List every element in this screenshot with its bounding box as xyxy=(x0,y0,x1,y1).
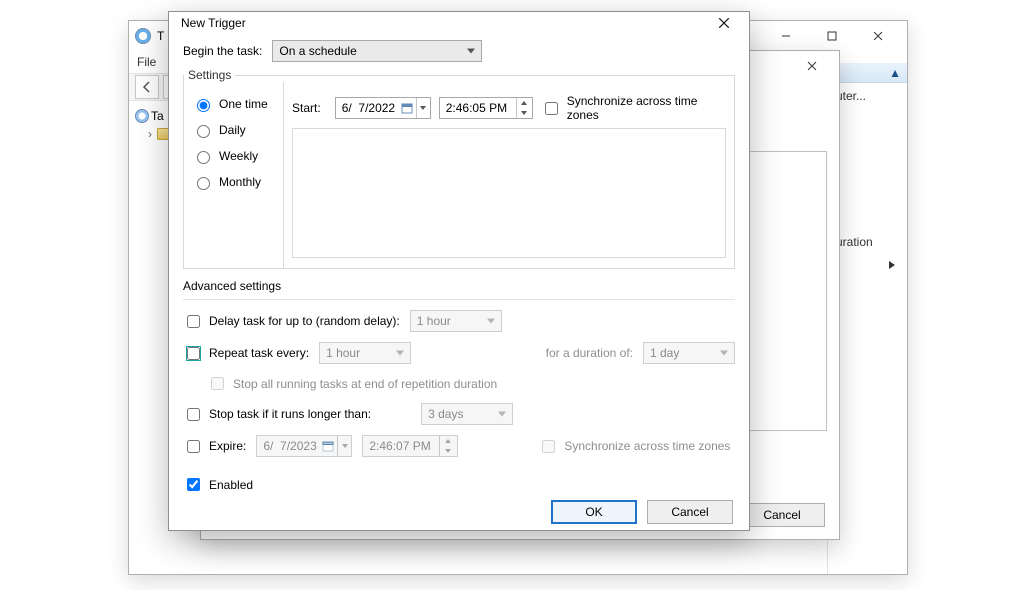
stop-all-check: Stop all running tasks at end of repetit… xyxy=(207,374,497,393)
expire-check[interactable]: Expire: xyxy=(183,437,246,456)
start-label: Start: xyxy=(292,101,327,115)
start-time-input[interactable] xyxy=(439,97,533,119)
duration-label: for a duration of: xyxy=(546,346,633,360)
close-button[interactable] xyxy=(855,21,901,51)
delay-check[interactable]: Delay task for up to (random delay): xyxy=(183,312,400,331)
enabled-check[interactable]: Enabled xyxy=(183,475,253,494)
delay-checkbox[interactable] xyxy=(187,315,200,328)
sync-timezones-2-check: Synchronize across time zones xyxy=(538,437,730,456)
enabled-checkbox[interactable] xyxy=(187,478,200,491)
freq-daily[interactable]: Daily xyxy=(192,122,275,138)
ok-button[interactable]: OK xyxy=(551,500,637,524)
mid-close-button[interactable] xyxy=(789,53,835,79)
minimize-button[interactable] xyxy=(763,21,809,51)
frequency-radios: One time Daily Weekly Monthly xyxy=(184,82,284,268)
stop-if-checkbox[interactable] xyxy=(187,408,200,421)
dlg-close-button[interactable] xyxy=(707,12,741,34)
begin-task-label: Begin the task: xyxy=(183,44,262,58)
collapse-up-icon[interactable]: ▲ xyxy=(889,66,901,80)
radio-one-time[interactable] xyxy=(197,99,210,112)
mid-cancel-button[interactable]: Cancel xyxy=(739,503,825,527)
advanced-settings-label: Advanced settings xyxy=(183,279,735,293)
dlg-titlebar: New Trigger xyxy=(169,12,749,34)
expire-date-dropdown[interactable] xyxy=(337,436,351,456)
expire-date-input[interactable] xyxy=(256,435,352,457)
clock-icon xyxy=(135,28,151,44)
sync2-checkbox xyxy=(542,440,555,453)
chevron-right-icon: › xyxy=(145,127,155,141)
clock-small-icon xyxy=(135,109,149,123)
sync-timezones-check[interactable]: Synchronize across time zones xyxy=(541,94,726,122)
bg-title-text: T xyxy=(157,29,164,43)
radio-daily[interactable] xyxy=(197,125,210,138)
start-date-field[interactable] xyxy=(336,98,398,118)
cancel-button[interactable]: Cancel xyxy=(647,500,733,524)
calendar-icon xyxy=(398,99,416,117)
schedule-detail-panel xyxy=(292,128,726,258)
spin-up-icon[interactable] xyxy=(517,98,532,108)
stop-all-checkbox xyxy=(211,377,224,390)
freq-weekly[interactable]: Weekly xyxy=(192,148,275,164)
settings-legend: Settings xyxy=(184,68,235,82)
new-trigger-dialog: New Trigger Begin the task: On a schedul… xyxy=(168,11,750,531)
menu-file[interactable]: File xyxy=(137,55,156,69)
time-spinner[interactable] xyxy=(516,98,532,118)
repeat-checkbox[interactable] xyxy=(187,347,200,360)
dlg-footer: OK Cancel xyxy=(169,494,749,530)
play-icon xyxy=(889,261,895,269)
date-dropdown-button[interactable] xyxy=(416,98,430,118)
expire-time-input[interactable] xyxy=(362,435,458,457)
radio-monthly[interactable] xyxy=(197,177,210,190)
freq-monthly[interactable]: Monthly xyxy=(192,174,275,190)
tree-root-label: Ta xyxy=(151,109,164,123)
delay-select[interactable]: 1 hour xyxy=(410,310,502,332)
settings-group: Settings One time Daily Weekly Monthly S… xyxy=(183,68,735,269)
advanced-settings: Delay task for up to (random delay): 1 h… xyxy=(183,299,735,494)
start-time-field[interactable] xyxy=(440,98,516,118)
begin-task-select[interactable]: On a schedule xyxy=(272,40,482,62)
repeat-interval-select[interactable]: 1 hour xyxy=(319,342,411,364)
expire-time-spinner[interactable] xyxy=(439,436,455,456)
start-date-input[interactable] xyxy=(335,97,431,119)
expire-date-field[interactable] xyxy=(257,436,319,456)
duration-select[interactable]: 1 day xyxy=(643,342,735,364)
sync-checkbox[interactable] xyxy=(545,102,558,115)
spin-down-icon[interactable] xyxy=(517,108,532,118)
dlg-title-text: New Trigger xyxy=(181,16,246,30)
radio-weekly[interactable] xyxy=(197,151,210,164)
expire-time-field[interactable] xyxy=(363,436,439,456)
nav-back-button[interactable] xyxy=(135,75,159,99)
repeat-check[interactable]: Repeat task every: xyxy=(183,344,309,363)
maximize-button[interactable] xyxy=(809,21,855,51)
stop-if-check[interactable]: Stop task if it runs longer than: xyxy=(183,405,371,424)
calendar-icon xyxy=(319,437,337,455)
expire-checkbox[interactable] xyxy=(187,440,200,453)
freq-one-time[interactable]: One time xyxy=(192,96,275,112)
stop-if-select[interactable]: 3 days xyxy=(421,403,513,425)
